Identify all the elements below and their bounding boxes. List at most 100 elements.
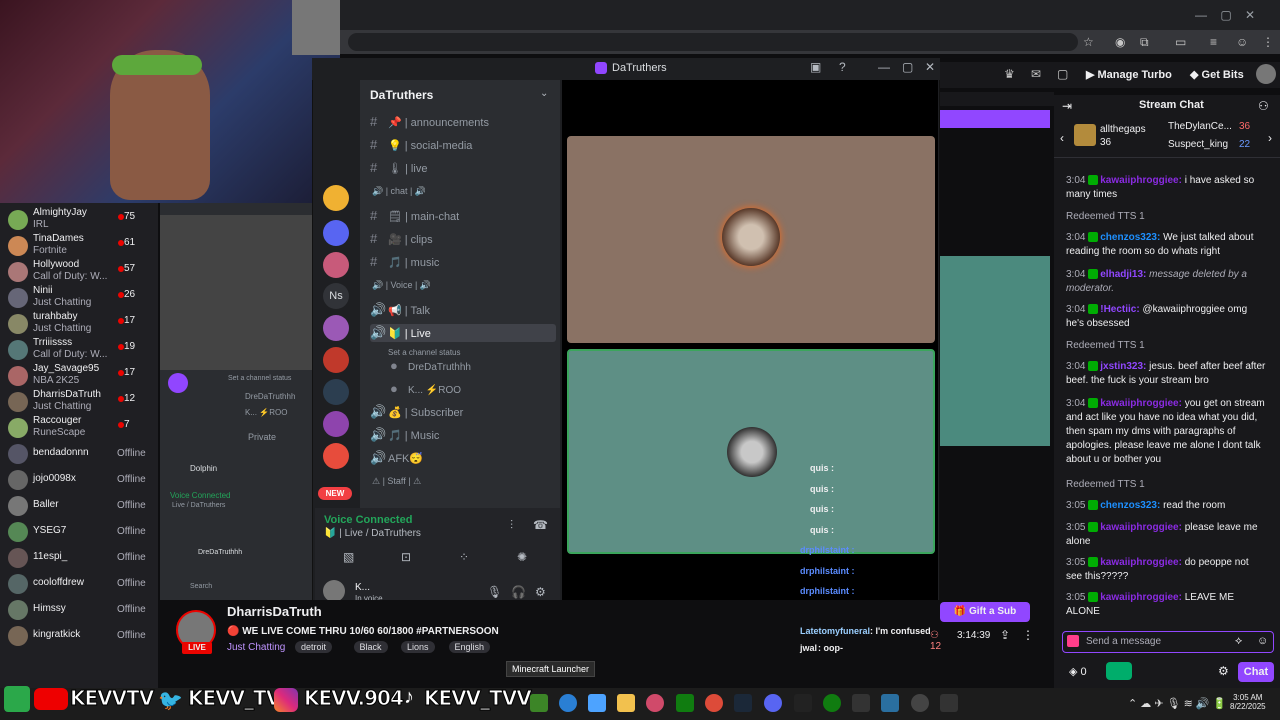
text-channel[interactable]: # 💡 | social-media bbox=[370, 136, 472, 154]
crown-icon[interactable]: ♛ bbox=[1004, 67, 1015, 81]
mic-icon[interactable]: 🎙 bbox=[487, 585, 502, 599]
chat-input[interactable]: Send a message ⟡ ☺ bbox=[1062, 631, 1274, 653]
minimize-icon[interactable]: — bbox=[878, 60, 890, 74]
help-icon[interactable]: ? bbox=[839, 60, 846, 74]
server-icon[interactable] bbox=[323, 252, 349, 278]
inbox-icon[interactable]: ✉ bbox=[1031, 67, 1041, 81]
voice-member[interactable]: ● K... ⚡ROO bbox=[390, 380, 461, 398]
gear-icon[interactable]: ⚙ bbox=[535, 585, 546, 599]
copilot-icon[interactable] bbox=[588, 694, 606, 712]
photos-icon[interactable] bbox=[881, 694, 899, 712]
xbox-app-icon[interactable] bbox=[823, 694, 841, 712]
minecraft-launcher-icon[interactable] bbox=[530, 694, 548, 712]
gear-icon[interactable]: ⚙ bbox=[1218, 664, 1229, 678]
chevron-down-icon[interactable]: ⌄ bbox=[540, 88, 548, 99]
stream-tag[interactable]: Lions bbox=[401, 641, 435, 653]
text-channel[interactable]: # 📌 | announcements bbox=[370, 113, 489, 131]
signal-icon[interactable]: ⫶ bbox=[510, 518, 513, 533]
server-icon[interactable] bbox=[323, 220, 349, 246]
server-icon[interactable] bbox=[323, 443, 349, 469]
edge-icon[interactable] bbox=[559, 694, 577, 712]
close-icon[interactable]: ✕ bbox=[925, 60, 935, 74]
playlist-icon[interactable]: ≡ bbox=[1210, 35, 1217, 49]
manage-turbo-button[interactable]: ▶ Manage Turbo bbox=[1086, 66, 1172, 84]
channel-category[interactable]: 🔊 | chat | 🔊 bbox=[372, 182, 426, 200]
chat-username[interactable]: jxstin323: bbox=[1100, 361, 1149, 372]
collapse-chat-icon[interactable]: ⇥ bbox=[1062, 99, 1072, 113]
mini-search[interactable]: Search bbox=[190, 583, 212, 590]
server-icon-ns[interactable]: Ns bbox=[323, 283, 349, 309]
channel-category[interactable]: 🔊 | Voice | 🔊 bbox=[372, 276, 431, 294]
share-icon[interactable]: ⇪ bbox=[1000, 628, 1010, 642]
bits-icon[interactable]: ⟡ bbox=[1235, 635, 1242, 648]
app-icon[interactable] bbox=[852, 694, 870, 712]
stream-category[interactable]: Just Chatting bbox=[227, 642, 285, 653]
text-channel[interactable]: # 🗒 | main-chat bbox=[370, 207, 459, 225]
voice-channel[interactable]: 🔊 AFK😴 bbox=[370, 449, 423, 467]
file-explorer-icon[interactable] bbox=[617, 694, 635, 712]
video-tile[interactable] bbox=[567, 136, 935, 343]
disconnect-icon[interactable]: ☎ bbox=[533, 518, 548, 532]
chat-username[interactable]: !Hectiic: bbox=[1100, 304, 1142, 315]
mini-private-channel[interactable]: Private bbox=[248, 432, 276, 442]
mini-player-controls[interactable] bbox=[940, 92, 1054, 106]
screenshare-icon[interactable]: ⊡ bbox=[401, 550, 411, 564]
chat-username[interactable]: kawaiiphroggiee: bbox=[1100, 557, 1184, 568]
sidebar-channel-kingratkick[interactable]: kingratkick Offline bbox=[0, 621, 158, 651]
user-avatar[interactable] bbox=[323, 580, 345, 602]
predictions-button[interactable] bbox=[1106, 662, 1132, 680]
maximize-icon[interactable]: ▢ bbox=[902, 60, 913, 74]
app-icon[interactable] bbox=[646, 694, 664, 712]
extensions-icon[interactable]: ⧉ bbox=[1140, 35, 1149, 50]
chat-username[interactable]: kawaiiphroggiee: bbox=[1100, 592, 1184, 603]
chat-send-button[interactable]: Chat bbox=[1238, 662, 1274, 682]
chat-username[interactable]: kawaiiphroggiee: bbox=[1100, 398, 1184, 409]
chat-username[interactable]: kawaiiphroggiee: bbox=[1100, 522, 1184, 533]
gift-sub-button[interactable]: 🎁 Gift a Sub bbox=[940, 602, 1030, 622]
avatar[interactable] bbox=[1256, 64, 1276, 84]
stream-tag[interactable]: English bbox=[448, 641, 491, 653]
stream-tag[interactable]: detroit bbox=[295, 641, 333, 653]
server-icon[interactable] bbox=[323, 185, 349, 211]
chat-username[interactable]: kawaiiphroggiee: bbox=[1100, 175, 1184, 186]
headphones-icon[interactable]: 🎧 bbox=[511, 585, 526, 599]
voice-channel-label[interactable]: 🔰 | Live / DaTruthers bbox=[324, 528, 421, 539]
menu-icon[interactable]: ⋮ bbox=[1262, 35, 1274, 49]
video-tile-speaking[interactable] bbox=[567, 349, 935, 554]
server-icon[interactable] bbox=[323, 411, 349, 437]
voice-channel[interactable]: 🔊 📢 | Talk bbox=[370, 301, 430, 319]
chevron-left-icon[interactable]: ‹ bbox=[1060, 131, 1064, 145]
turbo-icon[interactable]: ◉ bbox=[1115, 35, 1125, 49]
inbox-icon[interactable]: ▣ bbox=[810, 60, 821, 74]
whispers-icon[interactable]: ▢ bbox=[1057, 67, 1068, 81]
voice-channel[interactable]: 🔊 💰 | Subscriber bbox=[370, 403, 463, 421]
window-controls[interactable]: — ▢ ✕ bbox=[1195, 8, 1255, 22]
get-bits-button[interactable]: ◆ Get Bits bbox=[1190, 66, 1244, 84]
voice-member[interactable]: ● DreDaTruthhh bbox=[390, 357, 471, 375]
soundboard-icon[interactable]: ✺ bbox=[517, 550, 527, 564]
channel-category[interactable]: ⚠ | Staff | ⚠ bbox=[372, 472, 421, 490]
media-icon[interactable]: ▭ bbox=[1175, 35, 1186, 49]
channel-points[interactable]: ◈ 0 bbox=[1069, 665, 1087, 678]
stream-tag[interactable]: Black bbox=[353, 641, 388, 653]
app-icon[interactable] bbox=[940, 694, 958, 712]
app-icon[interactable] bbox=[794, 694, 812, 712]
camera-icon[interactable]: ▧ bbox=[343, 550, 354, 564]
chrome-icon[interactable] bbox=[705, 694, 723, 712]
discord-icon[interactable] bbox=[764, 694, 782, 712]
voice-channel[interactable]: 🔊 🔰 | Live bbox=[370, 324, 556, 342]
heart-icon[interactable] bbox=[1067, 635, 1079, 647]
more-options-icon[interactable]: ⋮ bbox=[1022, 628, 1034, 642]
channel-name[interactable]: DharrisDaTruth bbox=[227, 604, 322, 619]
server-icon[interactable] bbox=[168, 373, 188, 393]
server-name[interactable]: DaTruthers bbox=[370, 88, 433, 102]
address-bar[interactable] bbox=[348, 33, 1078, 51]
profile-icon[interactable]: ☺ bbox=[1236, 35, 1248, 49]
text-channel[interactable]: # 🌡 | live bbox=[370, 159, 427, 177]
text-channel[interactable]: # 🎵 | music bbox=[370, 253, 439, 271]
tray-icons[interactable]: ⌃ ☁ ✈ 🎙 ≋ 🔊 🔋 bbox=[1128, 697, 1226, 710]
server-icon[interactable] bbox=[323, 315, 349, 341]
server-icon[interactable] bbox=[323, 347, 349, 373]
obs-icon[interactable] bbox=[911, 694, 929, 712]
chat-username[interactable]: elhadji13: bbox=[1100, 269, 1149, 280]
